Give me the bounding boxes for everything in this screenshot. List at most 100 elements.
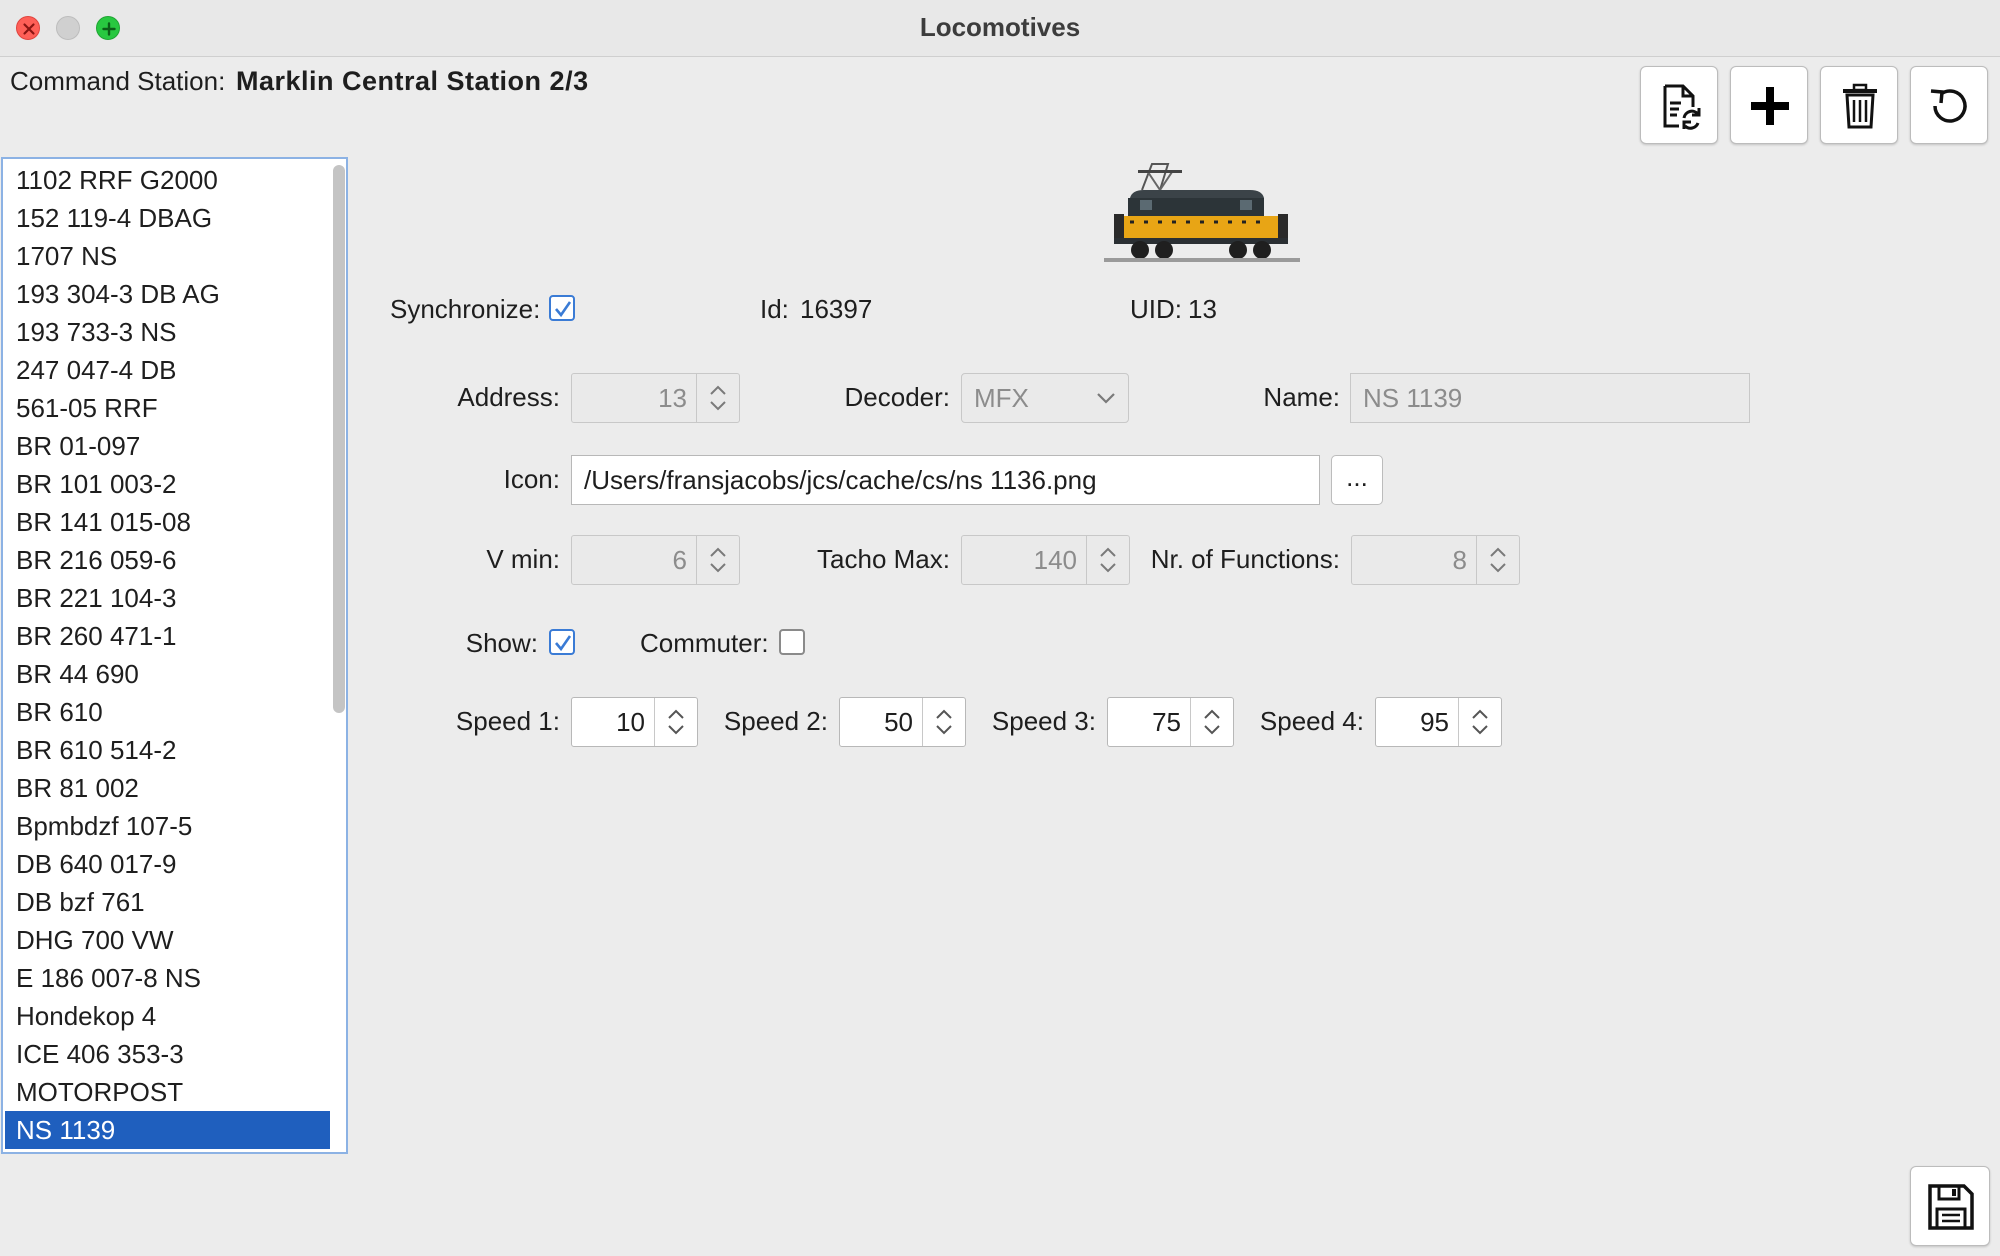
list-item[interactable]: BR 221 104-3 xyxy=(5,579,330,617)
list-item[interactable]: 1102 RRF G2000 xyxy=(5,161,330,199)
icon-label: Icon: xyxy=(503,464,560,494)
speed1-spinner[interactable]: 10 xyxy=(571,697,698,747)
list-item[interactable]: BR 101 003-2 xyxy=(5,465,330,503)
speed3-spinner[interactable]: 75 xyxy=(1107,697,1234,747)
browse-icon-button[interactable]: ... xyxy=(1331,455,1383,505)
list-item[interactable]: 561-05 RRF xyxy=(5,389,330,427)
list-item[interactable]: Bpmbdzf 107-5 xyxy=(5,807,330,845)
window-title: Locomotives xyxy=(919,12,1081,42)
tacho-max-spinner[interactable]: 140 xyxy=(961,535,1130,585)
locomotive-image xyxy=(1100,162,1304,271)
speed4-spinner[interactable]: 95 xyxy=(1375,697,1502,747)
chevron-down-icon xyxy=(1097,393,1115,404)
name-label: Name: xyxy=(1263,382,1340,412)
functions-value: 8 xyxy=(1452,545,1467,575)
list-item[interactable]: MOTORPOST xyxy=(5,1073,330,1111)
speed2-spinner[interactable]: 50 xyxy=(839,697,966,747)
spinner-arrows[interactable] xyxy=(696,374,739,422)
save-button[interactable] xyxy=(1910,1166,1990,1246)
speed1-label: Speed 1: xyxy=(455,706,560,736)
locomotive-list[interactable]: 1102 RRF G2000 152 119-4 DBAG 1707 NS 19… xyxy=(1,157,348,1154)
list-item[interactable]: E 186 007-8 NS xyxy=(5,959,330,997)
list-item[interactable]: BR 610 xyxy=(5,693,330,731)
vmin-value: 6 xyxy=(672,545,687,575)
checkmark-icon xyxy=(555,301,572,318)
vmin-spinner[interactable]: 6 xyxy=(571,535,740,585)
name-field[interactable]: NS 1139 xyxy=(1350,373,1750,423)
list-scrollbar[interactable] xyxy=(333,165,345,713)
list-item[interactable]: 193 733-3 NS xyxy=(5,313,330,351)
speed3-label: Speed 3: xyxy=(991,706,1096,736)
list-item[interactable]: BR 260 471-1 xyxy=(5,617,330,655)
list-item[interactable]: BR 81 002 xyxy=(5,769,330,807)
list-item[interactable]: ICE 406 353-3 xyxy=(5,1035,330,1073)
chevron-up-down-icon xyxy=(1100,547,1116,573)
refresh-icon xyxy=(1930,89,1967,123)
chevron-up-down-icon xyxy=(1490,547,1506,573)
trash-icon xyxy=(1843,83,1877,129)
speed1-value: 10 xyxy=(616,707,645,737)
checkmark-icon xyxy=(555,635,572,652)
add-locomotive-button[interactable] xyxy=(1730,66,1808,144)
id-value: 16397 xyxy=(800,294,873,324)
tacho-max-value: 140 xyxy=(1033,545,1077,575)
commuter-checkbox[interactable] xyxy=(779,629,805,655)
list-item[interactable]: BR 610 514-2 xyxy=(5,731,330,769)
icon-path-field[interactable]: /Users/fransjacobs/jcs/cache/cs/ns 1136.… xyxy=(571,455,1320,505)
list-item-selected[interactable]: NS 1139 xyxy=(5,1111,330,1149)
refresh-button[interactable] xyxy=(1910,66,1988,144)
decoder-value: MFX xyxy=(974,383,1029,413)
show-checkbox[interactable] xyxy=(549,629,575,655)
synchronize-checkbox[interactable] xyxy=(549,295,575,321)
synchronize-label: Synchronize: xyxy=(390,294,541,324)
list-item[interactable]: 247 047-4 DB xyxy=(5,351,330,389)
functions-label: Nr. of Functions: xyxy=(1150,544,1340,574)
list-item[interactable]: DB bzf 761 xyxy=(5,883,330,921)
list-item[interactable]: BR 01-097 xyxy=(5,427,330,465)
synchronize-button[interactable] xyxy=(1640,66,1718,144)
speed4-label: Speed 4: xyxy=(1259,706,1364,736)
spinner-arrows[interactable] xyxy=(696,536,739,584)
decoder-label: Decoder: xyxy=(844,382,951,412)
address-spinner[interactable]: 13 xyxy=(571,373,740,423)
title-bar: Locomotives xyxy=(0,0,2000,57)
chevron-up-down-icon xyxy=(936,709,952,735)
decoder-select[interactable]: MFX xyxy=(961,373,1129,423)
chevron-up-down-icon xyxy=(710,547,726,573)
list-item[interactable]: BR 141 015-08 xyxy=(5,503,330,541)
list-item[interactable]: BR 216 059-6 xyxy=(5,541,330,579)
chevron-up-down-icon xyxy=(1472,709,1488,735)
chevron-up-down-icon xyxy=(1204,709,1220,735)
plus-icon xyxy=(1751,87,1789,125)
spinner-arrows[interactable] xyxy=(922,698,965,746)
commuter-label: Commuter: xyxy=(640,628,769,658)
list-item[interactable]: DB 640 017-9 xyxy=(5,845,330,883)
spinner-arrows[interactable] xyxy=(1086,536,1129,584)
spinner-arrows[interactable] xyxy=(1190,698,1233,746)
spinner-arrows[interactable] xyxy=(1458,698,1501,746)
functions-spinner[interactable]: 8 xyxy=(1351,535,1520,585)
list-item[interactable]: 193 304-3 DB AG xyxy=(5,275,330,313)
floppy-disk-icon xyxy=(1928,1184,1974,1230)
list-item[interactable]: Hondekop 4 xyxy=(5,997,330,1035)
chevron-up-down-icon xyxy=(668,709,684,735)
list-item[interactable]: 152 119-4 DBAG xyxy=(5,199,330,237)
vmin-label: V min: xyxy=(486,544,560,574)
list-item[interactable]: BR 44 690 xyxy=(5,655,330,693)
speed4-value: 95 xyxy=(1420,707,1449,737)
list-item[interactable]: 1707 NS xyxy=(5,237,330,275)
spinner-arrows[interactable] xyxy=(1476,536,1519,584)
spinner-arrows[interactable] xyxy=(654,698,697,746)
chevron-up-down-icon xyxy=(710,385,726,411)
command-station-label: Command Station: xyxy=(10,66,226,96)
uid-label: UID: xyxy=(1130,294,1182,324)
speed2-value: 50 xyxy=(884,707,913,737)
speed3-value: 75 xyxy=(1152,707,1181,737)
address-value: 13 xyxy=(658,383,687,413)
address-label: Address: xyxy=(457,382,560,412)
uid-value: 13 xyxy=(1188,294,1217,324)
speed2-label: Speed 2: xyxy=(723,706,828,736)
delete-locomotive-button[interactable] xyxy=(1820,66,1898,144)
show-label: Show: xyxy=(465,628,538,658)
list-item[interactable]: DHG 700 VW xyxy=(5,921,330,959)
